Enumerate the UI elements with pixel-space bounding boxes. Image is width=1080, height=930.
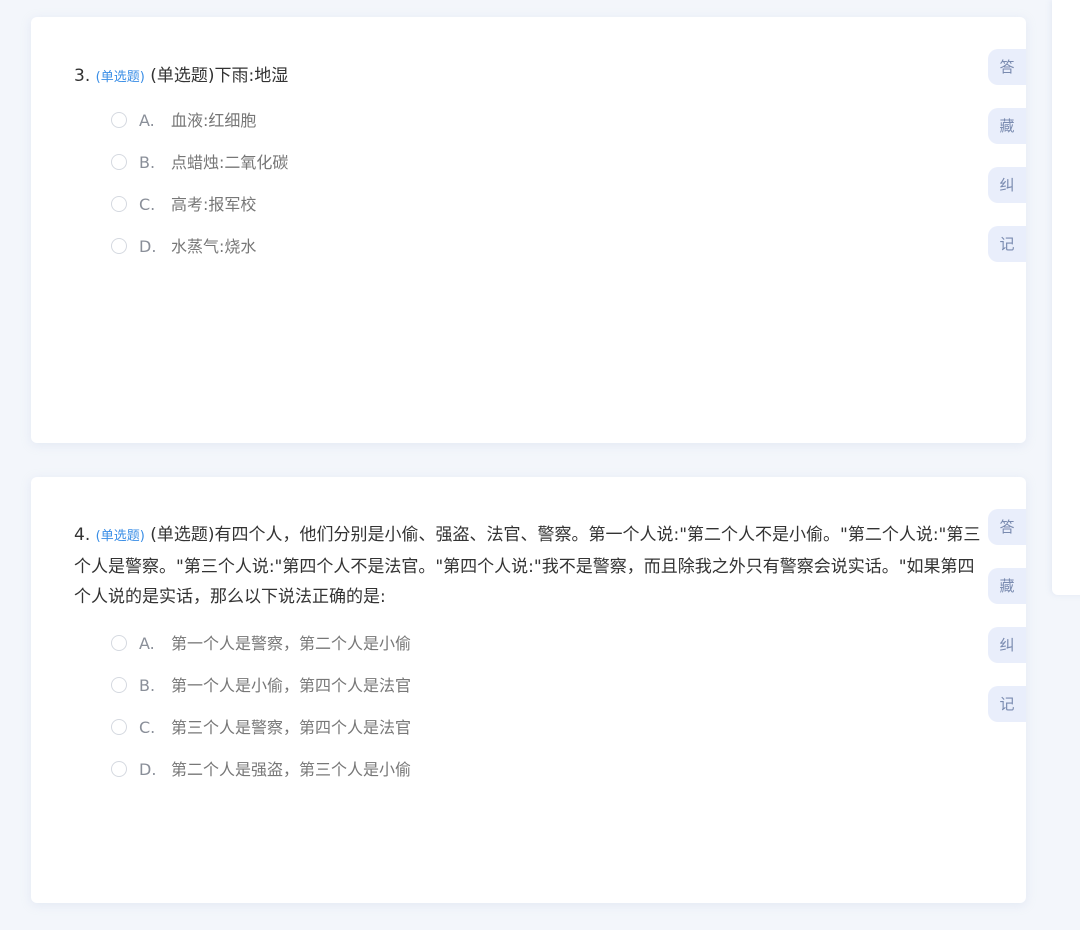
option-letter: B. [139,153,156,172]
option-c[interactable]: C. 高考:报军校 [111,192,288,234]
question-text: (单选题)下雨:地湿 [150,66,289,86]
side-tools-q3: 答 藏 纠 记 [988,49,1026,285]
option-text: 点蜡烛:二氧化碳 [171,153,289,172]
options-list: A. 第一个人是警察，第二个人是小偷 B. 第一个人是小偷，第四个人是法官 C.… [111,631,411,799]
question-card-3: 3. (单选题) (单选题)下雨:地湿 A. 血液:红细胞 B. 点蜡烛:二氧化… [31,17,1026,443]
option-text: 第一个人是警察，第二个人是小偷 [171,634,412,653]
radio-button[interactable] [111,761,127,777]
correct-button[interactable]: 纠 [988,627,1026,663]
option-letter: A. [139,111,155,130]
option-letter: D. [139,760,157,779]
collect-button[interactable]: 藏 [988,108,1026,144]
side-tools-q4: 答 藏 纠 记 [988,509,1026,745]
option-b[interactable]: B. 第一个人是小偷，第四个人是法官 [111,673,411,715]
correct-button[interactable]: 纠 [988,167,1026,203]
note-button[interactable]: 记 [988,686,1026,722]
radio-button[interactable] [111,719,127,735]
question-card-4: 4. (单选题) (单选题)有四个人，他们分别是小偷、强盗、法官、警察。第一个人… [31,477,1026,903]
question-stem: 3. (单选题) (单选题)下雨:地湿 [74,61,984,93]
options-list: A. 血液:红细胞 B. 点蜡烛:二氧化碳 C. 高考:报军校 D. 水蒸气:烧… [111,108,288,276]
option-letter: C. [139,195,156,214]
option-letter: A. [139,634,155,653]
question-number: 4. [74,525,91,545]
option-text: 血液:红细胞 [171,111,257,130]
radio-button[interactable] [111,196,127,212]
option-text: 第三个人是警察，第四个人是法官 [171,718,412,737]
question-stem: 4. (单选题) (单选题)有四个人，他们分别是小偷、强盗、法官、警察。第一个人… [74,520,984,612]
right-side-panel [1052,0,1080,595]
answer-button[interactable]: 答 [988,49,1026,85]
question-number: 3. [74,66,91,86]
option-d[interactable]: D. 第二个人是强盗，第三个人是小偷 [111,757,411,799]
option-a[interactable]: A. 血液:红细胞 [111,108,288,150]
option-letter: C. [139,718,156,737]
option-letter: B. [139,676,156,695]
question-text: (单选题)有四个人，他们分别是小偷、强盗、法官、警察。第一个人说:"第二个人不是… [74,525,981,607]
radio-button[interactable] [111,238,127,254]
option-c[interactable]: C. 第三个人是警察，第四个人是法官 [111,715,411,757]
radio-button[interactable] [111,154,127,170]
option-text: 第二个人是强盗，第三个人是小偷 [171,760,412,779]
radio-button[interactable] [111,635,127,651]
collect-button[interactable]: 藏 [988,568,1026,604]
option-a[interactable]: A. 第一个人是警察，第二个人是小偷 [111,631,411,673]
option-text: 高考:报军校 [171,195,257,214]
answer-button[interactable]: 答 [988,509,1026,545]
option-letter: D. [139,237,157,256]
note-button[interactable]: 记 [988,226,1026,262]
option-text: 第一个人是小偷，第四个人是法官 [171,676,412,695]
question-type-tag: (单选题) [95,529,145,544]
radio-button[interactable] [111,112,127,128]
radio-button[interactable] [111,677,127,693]
option-d[interactable]: D. 水蒸气:烧水 [111,234,288,276]
question-type-tag: (单选题) [95,70,145,85]
option-text: 水蒸气:烧水 [171,237,257,256]
option-b[interactable]: B. 点蜡烛:二氧化碳 [111,150,288,192]
